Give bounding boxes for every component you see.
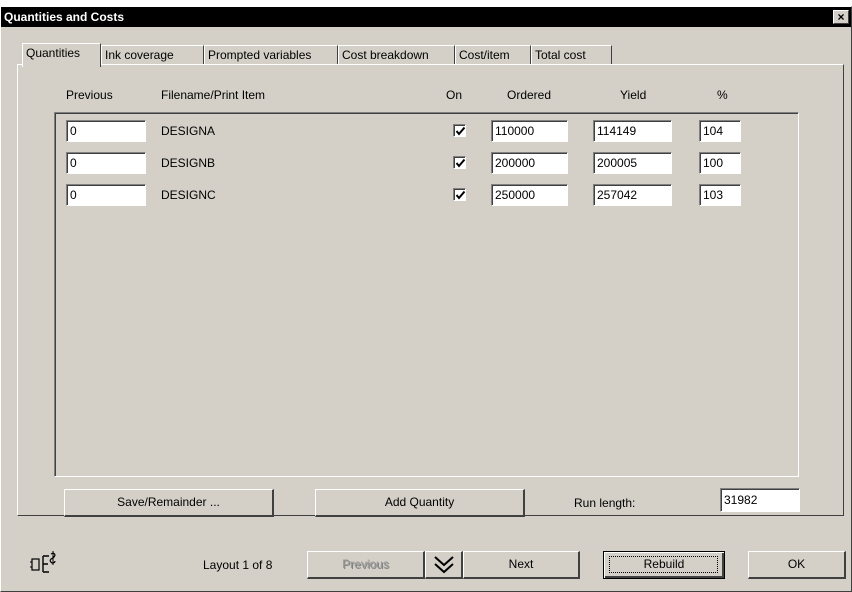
- yield-field[interactable]: 114149: [593, 120, 672, 142]
- percent-field[interactable]: 104: [699, 120, 741, 142]
- column-header-percent: %: [717, 88, 728, 102]
- ok-button[interactable]: OK: [748, 551, 846, 579]
- calculator-icon-button[interactable]: [30, 550, 60, 578]
- previous-field[interactable]: 0: [66, 120, 146, 142]
- column-header-previous: Previous: [66, 88, 113, 102]
- table-row: 0 DESIGNC 250000 257042 103: [55, 184, 798, 210]
- checkmark-icon: [455, 158, 466, 168]
- filename-label: DESIGNA: [161, 124, 216, 138]
- tab-ink-coverage[interactable]: Ink coverage: [101, 45, 204, 65]
- double-chevron-down-icon: [434, 556, 454, 574]
- previous-button[interactable]: Previous: [307, 551, 425, 579]
- on-checkbox[interactable]: [453, 188, 466, 201]
- percent-field[interactable]: 103: [699, 184, 741, 206]
- tab-prompted-variables[interactable]: Prompted variables: [204, 45, 338, 65]
- previous-field[interactable]: 0: [66, 152, 146, 174]
- layout-indicator: Layout 1 of 8: [203, 558, 273, 572]
- column-header-ordered: Ordered: [507, 88, 552, 102]
- tab-label: Cost/item: [459, 48, 510, 62]
- tab-total-cost[interactable]: Total cost: [531, 45, 612, 65]
- checkmark-icon: [455, 190, 466, 200]
- table-row: 0 DESIGNB 200000 200005 100: [55, 152, 798, 178]
- close-icon: ×: [837, 10, 845, 24]
- run-length-field[interactable]: 31982: [720, 488, 800, 512]
- save-remainder-button[interactable]: Save/Remainder ...: [64, 489, 274, 517]
- column-header-on: On: [446, 88, 463, 102]
- table-row: 0 DESIGNA 110000 114149 104: [55, 120, 798, 146]
- tab-quantities[interactable]: Quantities: [22, 43, 101, 67]
- tab-cost-item[interactable]: Cost/item: [455, 45, 531, 65]
- ordered-field[interactable]: 110000: [491, 120, 568, 142]
- column-header-yield: Yield: [620, 88, 647, 102]
- layout-dropdown-button[interactable]: [425, 551, 463, 579]
- tab-cost-breakdown[interactable]: Cost breakdown: [338, 45, 455, 65]
- ordered-field[interactable]: 200000: [491, 152, 568, 174]
- yield-field[interactable]: 257042: [593, 184, 672, 206]
- yield-field[interactable]: 200005: [593, 152, 672, 174]
- window-title: Quantities and Costs: [4, 10, 125, 24]
- ordered-field[interactable]: 250000: [491, 184, 568, 206]
- title-bar: Quantities and Costs ×: [1, 7, 851, 27]
- close-button[interactable]: ×: [833, 10, 849, 24]
- tab-label: Quantities: [26, 46, 81, 60]
- rebuild-button[interactable]: Rebuild: [603, 551, 725, 579]
- filename-label: DESIGNC: [161, 188, 216, 202]
- next-button[interactable]: Next: [463, 551, 580, 579]
- previous-field[interactable]: 0: [66, 184, 146, 206]
- tab-label: Total cost: [535, 48, 586, 62]
- column-header-filename: Filename/Print Item: [161, 88, 266, 102]
- filename-label: DESIGNB: [161, 156, 216, 170]
- on-checkbox[interactable]: [453, 124, 466, 137]
- add-quantity-button[interactable]: Add Quantity: [315, 489, 525, 517]
- tab-label: Cost breakdown: [342, 48, 429, 62]
- tab-label: Ink coverage: [105, 48, 174, 62]
- focus-ring: [609, 556, 718, 573]
- calculator-icon: [30, 551, 56, 573]
- tab-label: Prompted variables: [208, 48, 312, 62]
- checkmark-icon: [455, 126, 466, 136]
- quantities-list[interactable]: 0 DESIGNA 110000 114149 104 0 DESIGNB 20…: [54, 112, 799, 477]
- percent-field[interactable]: 100: [699, 152, 741, 174]
- previous-label: Previous: [342, 557, 389, 571]
- run-length-label: Run length:: [574, 496, 636, 510]
- on-checkbox[interactable]: [453, 156, 466, 169]
